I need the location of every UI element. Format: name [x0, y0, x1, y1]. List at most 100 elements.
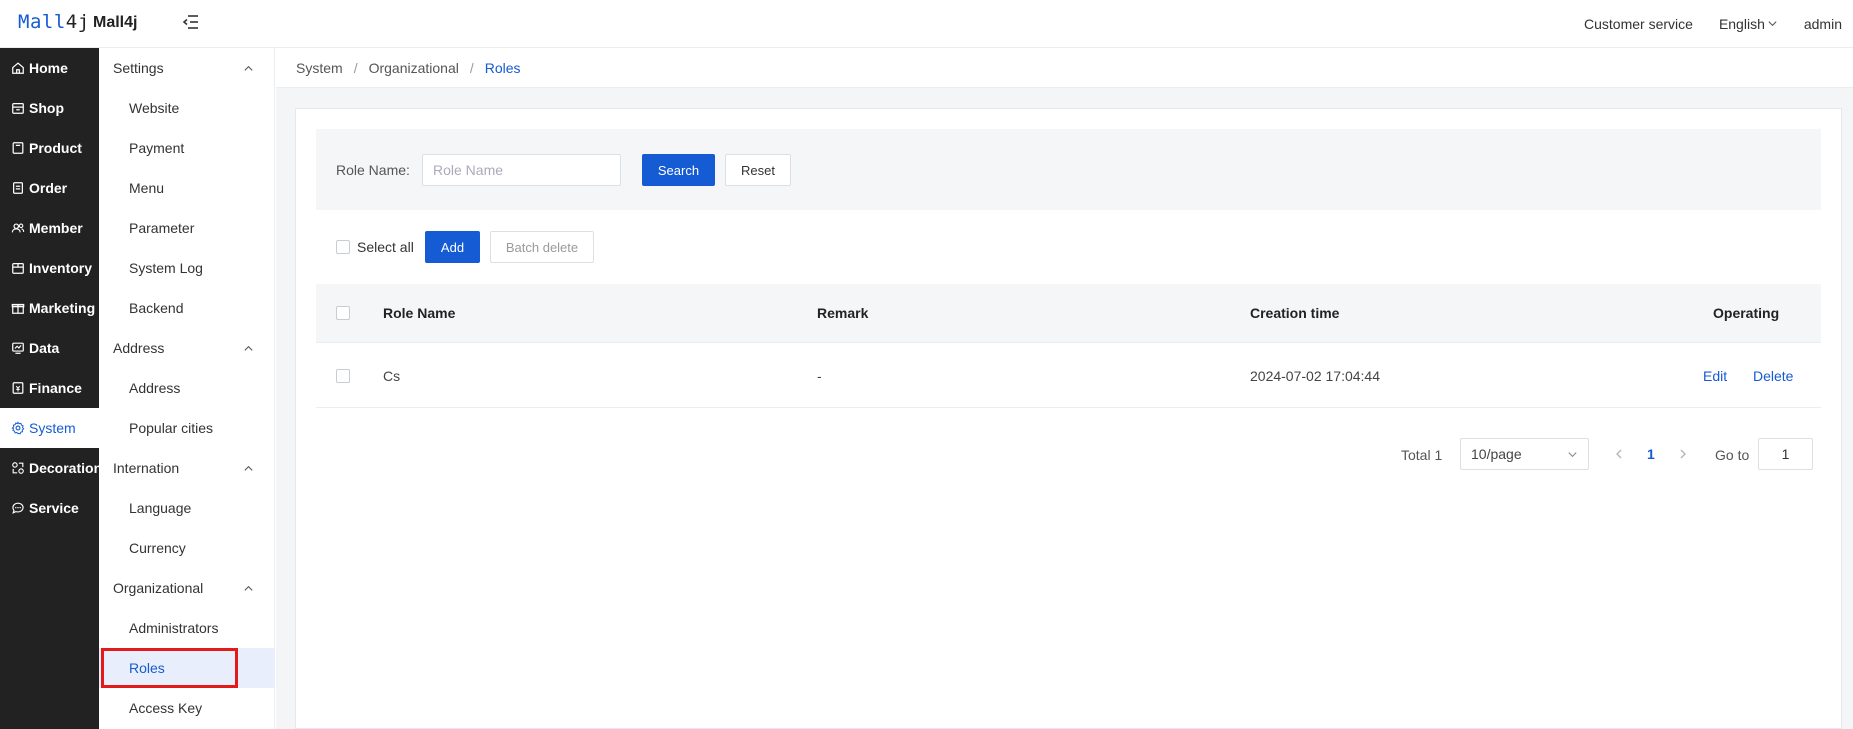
nav-service-label: Service [29, 500, 79, 516]
nav-decoration[interactable]: Decoration [0, 448, 102, 488]
nav-finance-label: Finance [29, 380, 82, 396]
column-header-role-name: Role Name [383, 305, 456, 321]
submenu-item-parameter[interactable]: Parameter [99, 208, 274, 248]
goto-label: Go to [1715, 447, 1750, 463]
gear-icon [11, 421, 25, 435]
submenu-item-payment[interactable]: Payment [99, 128, 274, 168]
chevron-up-icon [244, 585, 253, 591]
breadcrumb-organizational[interactable]: Organizational [369, 60, 459, 76]
batch-delete-button[interactable]: Batch delete [490, 231, 594, 263]
chevron-down-icon [1568, 451, 1577, 457]
nav-data[interactable]: Data [0, 328, 99, 368]
nav-shop[interactable]: Shop [0, 88, 99, 128]
submenu-item-currency[interactable]: Currency [99, 528, 274, 568]
page-size-select[interactable]: 10/page [1460, 438, 1589, 470]
order-icon [13, 182, 23, 194]
nav-inventory[interactable]: Inventory [0, 248, 99, 288]
nav-order[interactable]: Order [0, 168, 99, 208]
user-menu[interactable]: admin [1804, 16, 1842, 32]
breadcrumb-separator: / [469, 59, 474, 76]
finance-icon [12, 382, 24, 394]
submenu-item-administrators[interactable]: Administrators [99, 608, 274, 648]
submenu-item-popular-cities[interactable]: Popular cities [99, 408, 274, 448]
nav-order-label: Order [29, 180, 68, 196]
prev-page-icon[interactable] [1612, 446, 1626, 462]
nav-system[interactable]: System [0, 408, 99, 448]
submenu-item-roles[interactable]: Roles [99, 648, 274, 688]
submenu-group-internation[interactable]: Internation [99, 448, 274, 488]
column-header-creation-time: Creation time [1250, 305, 1340, 321]
table-header-checkbox[interactable] [336, 306, 350, 320]
submenu-group-label: Organizational [113, 580, 204, 596]
nav-data-label: Data [29, 340, 60, 356]
next-page-icon[interactable] [1676, 446, 1690, 462]
table-row [316, 343, 1821, 408]
nav-shop-label: Shop [29, 100, 64, 116]
product-icon [12, 142, 24, 154]
column-header-remark: Remark [817, 305, 869, 321]
submenu-group-label: Internation [113, 460, 180, 476]
nav-marketing-label: Marketing [29, 300, 96, 316]
nav-inventory-label: Inventory [29, 260, 93, 276]
submenu-group-address[interactable]: Address [99, 328, 274, 368]
row-checkbox[interactable] [336, 369, 350, 383]
submenu-item-system-log[interactable]: System Log [99, 248, 274, 288]
add-button[interactable]: Add [425, 231, 480, 263]
page-number-1[interactable]: 1 [1647, 446, 1655, 462]
marketing-icon [11, 303, 25, 314]
chevron-up-icon [244, 65, 253, 71]
nav-finance[interactable]: Finance [0, 368, 99, 408]
breadcrumb-separator: / [353, 59, 358, 76]
collapse-menu-icon[interactable] [181, 12, 201, 32]
goto-page-input[interactable] [1758, 438, 1813, 470]
submenu-group-label: Address [113, 340, 165, 356]
nav-member-label: Member [29, 220, 83, 236]
home-icon [12, 62, 24, 74]
submenu-item-address[interactable]: Address [99, 368, 274, 408]
nav-product[interactable]: Product [0, 128, 99, 168]
select-all-checkbox[interactable] [336, 240, 350, 254]
logo-text-4j: 4j [65, 11, 90, 33]
nav-member[interactable]: Member [0, 208, 99, 248]
submenu-group-settings[interactable]: Settings [99, 48, 274, 88]
nav-product-label: Product [29, 140, 82, 156]
logo[interactable]: Mall4j [18, 11, 90, 33]
role-name-input[interactable] [422, 154, 621, 186]
submenu-item-menu[interactable]: Menu [99, 168, 274, 208]
page-size-value: 10/page [1471, 446, 1522, 462]
submenu-item-access-key[interactable]: Access Key [99, 688, 274, 728]
submenu-group-organizational[interactable]: Organizational [99, 568, 274, 608]
submenu-item-language[interactable]: Language [99, 488, 274, 528]
breadcrumb: System / Organizational / Roles [276, 48, 1853, 88]
decoration-icon [12, 462, 24, 474]
language-label: English [1718, 15, 1765, 32]
submenu-item-backend[interactable]: Backend [99, 288, 274, 328]
table-header [316, 284, 1821, 343]
nav-service[interactable]: Service [0, 488, 99, 528]
edit-link[interactable]: Edit [1703, 368, 1727, 384]
nav-home-label: Home [29, 60, 68, 76]
select-all-label[interactable]: Select all [357, 239, 414, 255]
inventory-icon [12, 263, 24, 274]
app-name: Mall4j [93, 14, 138, 31]
secondary-sidebar: Settings Website Payment Menu Parameter … [99, 48, 275, 729]
nav-home[interactable]: Home [0, 48, 99, 88]
breadcrumb-system[interactable]: System [296, 60, 343, 76]
chevron-up-icon [244, 465, 253, 471]
reset-button[interactable]: Reset [725, 154, 791, 186]
customer-service-link[interactable]: Customer service [1584, 16, 1693, 32]
language-dropdown[interactable]: English [1719, 16, 1778, 32]
pagination-total: Total 1 [1401, 447, 1443, 463]
primary-sidebar: Home Shop Product Order Member Inventory… [0, 48, 102, 729]
search-button[interactable]: Search [642, 154, 715, 186]
logo-text-mall: Mall [18, 11, 66, 33]
role-name-label: Role Name: [336, 162, 410, 178]
chevron-up-icon [244, 345, 253, 351]
shop-icon [12, 103, 24, 114]
nav-marketing[interactable]: Marketing [0, 288, 99, 328]
column-header-operating: Operating [1713, 305, 1780, 321]
delete-link[interactable]: Delete [1753, 368, 1793, 384]
top-header: Mall4j Mall4j Customer service English a… [0, 0, 1853, 48]
data-icon [12, 342, 24, 354]
submenu-item-website[interactable]: Website [99, 88, 274, 128]
